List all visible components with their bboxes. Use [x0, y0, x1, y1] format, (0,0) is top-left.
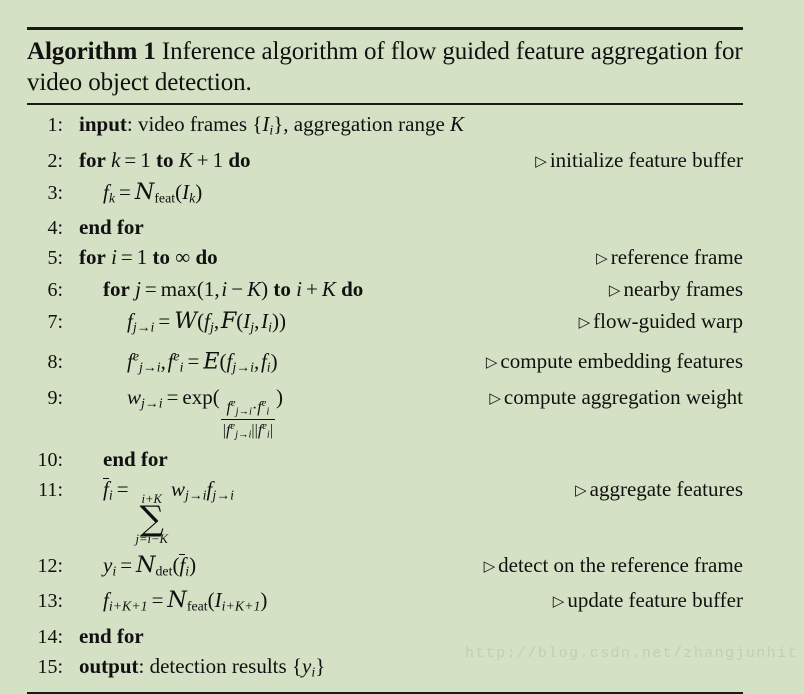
line-code: for j = max(1, i − K) to i + K do: [103, 277, 364, 302]
algorithm-line-10: 10 end for: [27, 444, 743, 474]
line-comment: ▷ detect on the reference frame: [483, 552, 743, 577]
line-comment: ▷ update feature buffer: [552, 588, 743, 613]
line-code: wj→i = exp(fej→i·fei |fej→i||fei|): [127, 384, 284, 441]
triangle-icon: ▷: [596, 251, 608, 268]
line-number: 2: [27, 150, 63, 172]
algorithm-line-1: 1 input: video frames {Ii}, aggregation …: [27, 109, 743, 145]
line-code: fej→i, fei = E(fj→i, fi): [127, 348, 278, 375]
line-code: input: video frames {Ii}, aggregation ra…: [79, 112, 465, 138]
line-code: fi+K+1 = Nfeat(Ii+K+1): [103, 587, 268, 614]
line-comment: ▷ compute aggregation weight: [489, 384, 743, 409]
line-comment: ▷ flow-guided warp: [578, 309, 743, 334]
algorithm-block: Algorithm 1 Inference algorithm of flow …: [27, 27, 743, 694]
triangle-icon: ▷: [578, 315, 591, 332]
line-code: yi = Ndet(fi): [103, 551, 197, 579]
triangle-icon: ▷: [608, 283, 621, 300]
algorithm-line-5: 5 for i=1 to ∞ do ▷reference frame: [27, 242, 743, 274]
algorithm-line-7: 7 fj→i=W(fj, F(Ij, Ii)) ▷flow-guided war…: [27, 306, 743, 342]
line-number: 11: [27, 479, 63, 501]
line-number: 3: [27, 182, 63, 204]
line-code: for k = 1 to K +1 do: [79, 147, 251, 172]
line-code: end for: [79, 623, 144, 648]
triangle-icon: ▷: [485, 355, 498, 372]
algorithm-line-12: 12 yi=Ndet(fi) ▷detect on the reference …: [27, 550, 743, 586]
algorithm-name: Algorithm 1: [27, 38, 156, 65]
line-number: 14: [27, 626, 63, 648]
line-number: 13: [27, 590, 63, 612]
line-number: 9: [27, 387, 63, 409]
line-number: 6: [27, 279, 63, 301]
line-number: 1: [27, 114, 63, 136]
line-comment: ▷ nearby frames: [608, 277, 743, 302]
line-code: end for: [103, 447, 168, 472]
algorithm-title: Algorithm 1 Inference algorithm of flow …: [27, 30, 743, 103]
line-comment: ▷ aggregate features: [575, 477, 743, 502]
algorithm-line-13: 13 fi+K+1=Nfeat(Ii+K+1) ▷update feature …: [27, 585, 743, 621]
line-comment: ▷ initialize feature buffer: [535, 147, 743, 172]
algorithm-line-8: 8 fej→i, fei=E(fj→i, fi) ▷compute embedd…: [27, 342, 743, 382]
watermark: http://blog.csdn.net/zhangjunhit: [465, 645, 798, 662]
algorithm-line-4: 4 end for: [27, 212, 743, 242]
line-code: end for: [79, 215, 144, 240]
line-number: 7: [27, 311, 63, 333]
algorithm-line-2: 2 for k=1 to K+1 do ▷initialize feature …: [27, 145, 743, 177]
triangle-icon: ▷: [552, 594, 565, 611]
line-code: fi = i+K ∑ j=i−K wj→ifj→i: [103, 477, 234, 547]
triangle-icon: ▷: [535, 153, 547, 170]
line-number: 4: [27, 217, 63, 239]
triangle-icon: ▷: [575, 483, 587, 500]
algorithm-line-3: 3 fk=Nfeat(Ik): [27, 177, 743, 213]
line-number: 10: [27, 449, 63, 471]
line-code: output: detection results {yi}: [79, 653, 326, 680]
line-number: 12: [27, 555, 63, 577]
algorithm-line-11: 11 fi=i+K∑j=i−Kwj→ifj→i ▷aggregate featu…: [27, 474, 743, 549]
algorithm-line-9: 9 wj→i=exp(fej→i·fei|fej→i||fei|) ▷compu…: [27, 382, 743, 444]
line-comment: ▷ reference frame: [596, 245, 743, 270]
algorithm-line-6: 6 for j=max(1, i−K) to i+K do ▷nearby fr…: [27, 274, 743, 306]
triangle-icon: ▷: [489, 390, 501, 407]
algorithm-lines: 1 input: video frames {Ii}, aggregation …: [27, 105, 743, 692]
summation-operator: i+K ∑ j=i−K: [135, 491, 168, 547]
fraction: fej→i·fei |fej→i||fei|: [220, 398, 276, 441]
line-comment: ▷ compute embedding features: [485, 349, 743, 374]
line-code: fk = Nfeat(Ik): [103, 178, 203, 206]
line-code: fj→i = W(fj, F(Ij, Ii)): [127, 308, 287, 335]
triangle-icon: ▷: [483, 558, 496, 575]
line-number: 5: [27, 247, 63, 269]
line-number: 8: [27, 351, 63, 373]
line-code: for i = 1 to ∞ do: [79, 245, 218, 270]
line-number: 15: [27, 656, 63, 678]
